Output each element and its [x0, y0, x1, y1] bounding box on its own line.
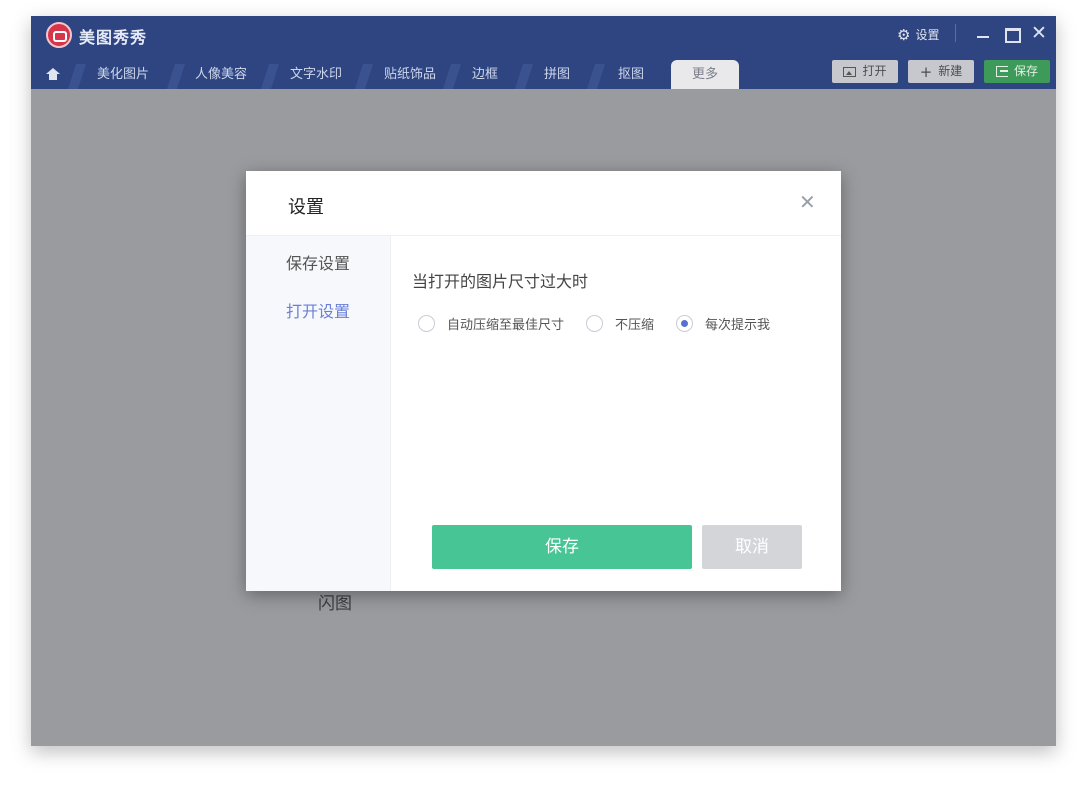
save-top-label: 保存 [1013, 64, 1038, 78]
radio-ask-every-time[interactable]: 每次提示我 [676, 314, 770, 333]
dialog-header: 设置 ✕ [246, 171, 841, 236]
gear-icon: ⚙ [897, 25, 911, 44]
main-tabs: 美化图片 人像美容 文字水印 贴纸饰品 边框 拼图 抠图 更多 [31, 60, 831, 89]
radio-no-compress[interactable]: 不压缩 [586, 314, 654, 333]
titlebar-divider [955, 24, 956, 42]
radio-circle-checked [676, 315, 694, 332]
app-title: 美图秀秀 [79, 28, 148, 47]
tab-beautify[interactable]: 美化图片 [81, 60, 165, 89]
dialog-title: 设置 [288, 197, 324, 218]
export-icon [995, 66, 1008, 77]
resize-options: 自动压缩至最佳尺寸 不压缩 每次提示我 [418, 314, 792, 333]
app-logo-icon [46, 22, 72, 48]
save-top-button[interactable]: 保存 [984, 60, 1050, 83]
radio-label: 每次提示我 [705, 318, 771, 333]
tab-text-watermark[interactable]: 文字水印 [271, 60, 361, 89]
tab-frame[interactable]: 边框 [455, 60, 515, 89]
settings-link[interactable]: ⚙ 设置 [897, 26, 939, 43]
open-button[interactable]: 打开 [832, 60, 898, 83]
plus-icon: + [919, 62, 933, 81]
radio-auto-compress[interactable]: 自动压缩至最佳尺寸 [418, 314, 564, 333]
close-icon[interactable]: ✕ [799, 192, 816, 212]
tab-more[interactable]: 更多 [671, 60, 739, 89]
radio-circle [418, 315, 435, 332]
settings-label: 设置 [915, 28, 940, 42]
open-label: 打开 [862, 64, 887, 78]
tab-collage[interactable]: 拼图 [527, 60, 587, 89]
home-icon [46, 68, 60, 81]
image-icon [843, 66, 857, 77]
background-flash-label: 闪图 [318, 594, 352, 614]
section-title: 当打开的图片尺寸过大时 [412, 272, 589, 291]
tab-home[interactable] [39, 60, 67, 89]
maximize-button[interactable] [1000, 22, 1022, 44]
cancel-button[interactable]: 取消 [702, 525, 802, 569]
sidebar-item-open-settings[interactable]: 打开设置 [286, 298, 350, 322]
settings-dialog: 设置 ✕ 保存设置 打开设置 当打开的图片尺寸过大时 自动压缩至最佳尺寸 不压缩… [246, 171, 841, 591]
radio-label: 自动压缩至最佳尺寸 [447, 318, 565, 333]
tab-portrait[interactable]: 人像美容 [179, 60, 263, 89]
dialog-sidebar: 保存设置 打开设置 [246, 236, 391, 591]
tab-stickers[interactable]: 贴纸饰品 [365, 60, 455, 89]
titlebar: 美图秀秀 ⚙ 设置 ✕ 美化图片 人像美容 文字水印 贴纸饰品 边框 拼图 抠图… [31, 16, 1056, 89]
dialog-content: 当打开的图片尺寸过大时 自动压缩至最佳尺寸 不压缩 每次提示我 保存 取消 [392, 236, 841, 591]
radio-circle [586, 315, 604, 332]
close-window-button[interactable]: ✕ [1028, 22, 1050, 44]
new-button[interactable]: + 新建 [908, 60, 974, 83]
new-label: 新建 [938, 64, 963, 78]
radio-label: 不压缩 [615, 318, 655, 333]
save-button[interactable]: 保存 [432, 525, 692, 569]
minimize-button[interactable] [972, 22, 994, 44]
tab-cutout[interactable]: 抠图 [601, 60, 661, 89]
sidebar-item-save-settings[interactable]: 保存设置 [286, 250, 350, 274]
